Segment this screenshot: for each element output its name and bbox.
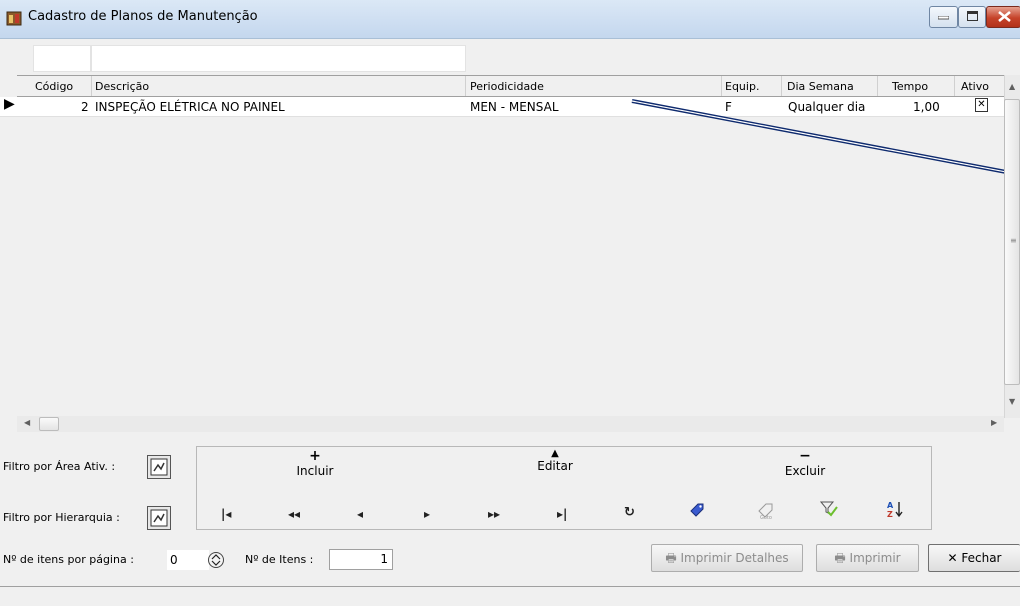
- col-header-codigo[interactable]: Código: [35, 80, 73, 93]
- fechar-button[interactable]: ✕ Fechar: [928, 544, 1020, 572]
- printer-icon: 🖶: [665, 551, 677, 565]
- scroll-left-icon[interactable]: ◀: [24, 418, 30, 427]
- cell-descricao: INSPEÇÃO ELÉTRICA NO PAINEL: [95, 100, 285, 114]
- maximize-button[interactable]: [958, 6, 986, 28]
- n-itens-value: 1: [380, 552, 388, 566]
- itens-por-pagina-label: Nº de itens por página :: [3, 553, 134, 566]
- goto-icon[interactable]: Goto: [756, 500, 776, 520]
- scroll-down-icon[interactable]: ▼: [1009, 397, 1015, 406]
- status-bar: [0, 586, 1020, 606]
- filter-icon[interactable]: [820, 500, 838, 518]
- minimize-icon: [938, 16, 949, 20]
- filter-area-button[interactable]: [147, 455, 171, 479]
- printer-icon: 🖶: [834, 551, 846, 565]
- col-header-descricao[interactable]: Descrição: [95, 80, 149, 93]
- filter-hierarquia-button[interactable]: [147, 506, 171, 530]
- grip-icon: ≡: [1010, 236, 1017, 245]
- maximize-icon: [967, 11, 978, 21]
- grid-header: Código Descrição Periodicidade Equip. Di…: [17, 76, 1007, 97]
- excluir-button[interactable]: − Excluir: [775, 448, 835, 478]
- col-header-tempo[interactable]: Tempo: [892, 80, 928, 93]
- minimize-button[interactable]: [929, 6, 958, 28]
- first-icon[interactable]: |◂: [221, 507, 231, 521]
- next-icon[interactable]: ▸: [424, 507, 430, 521]
- row-selector-icon: ▶: [4, 96, 15, 112]
- imprimir-label: Imprimir: [849, 551, 901, 565]
- sort-az-icon[interactable]: AZ: [887, 500, 903, 518]
- imprimir-button[interactable]: 🖶 Imprimir: [816, 544, 919, 572]
- filter-cell-descricao[interactable]: [91, 45, 466, 72]
- next-page-icon[interactable]: ▸▸: [488, 507, 500, 521]
- svg-text:A: A: [887, 501, 894, 510]
- cell-periodicidade: MEN - MENSAL: [470, 100, 559, 114]
- horizontal-scrollbar[interactable]: [17, 416, 1004, 432]
- editar-button[interactable]: ▲ Editar: [525, 448, 585, 473]
- itens-por-pagina-input[interactable]: 0: [167, 550, 224, 570]
- excluir-label: Excluir: [784, 464, 826, 478]
- refresh-icon[interactable]: ↻: [624, 505, 635, 520]
- col-header-ativo[interactable]: Ativo: [961, 80, 989, 93]
- grid-filter-row: [0, 44, 1020, 74]
- prev-page-icon[interactable]: ◂◂: [288, 507, 300, 521]
- fechar-label: Fechar: [961, 551, 1002, 565]
- prev-icon[interactable]: ◂: [357, 507, 363, 521]
- n-itens-label: Nº de Itens :: [245, 553, 314, 566]
- col-header-equip[interactable]: Equip.: [725, 80, 759, 93]
- minus-icon: −: [799, 448, 811, 464]
- incluir-label: Incluir: [296, 464, 334, 478]
- picker-icon: [150, 509, 168, 527]
- svg-text:Z: Z: [887, 510, 893, 518]
- incluir-button[interactable]: + Incluir: [285, 448, 345, 478]
- annotation-arrow: [631, 99, 1020, 177]
- scroll-up-icon[interactable]: ▲: [1009, 82, 1015, 91]
- col-header-dia-semana[interactable]: Dia Semana: [787, 80, 854, 93]
- window-title: Cadastro de Planos de Manutenção: [28, 9, 258, 24]
- close-icon: [998, 11, 1011, 22]
- itens-por-pagina-value: 0: [170, 553, 178, 567]
- imprimir-detalhes-label: Imprimir Detalhes: [680, 551, 789, 565]
- filter-cell-codigo[interactable]: [33, 45, 91, 72]
- scroll-right-icon[interactable]: ▶: [991, 418, 997, 427]
- cell-codigo: 2: [81, 100, 89, 114]
- plus-icon: +: [309, 448, 321, 464]
- horizontal-scroll-thumb[interactable]: [39, 417, 59, 431]
- caret-up-icon: ▲: [551, 448, 559, 459]
- spin-icon[interactable]: [207, 551, 225, 569]
- close-x-icon: ✕: [947, 551, 958, 565]
- tag-icon[interactable]: [689, 502, 705, 518]
- editar-label: Editar: [537, 459, 573, 473]
- picker-icon: [150, 458, 168, 476]
- close-window-button[interactable]: [986, 6, 1020, 28]
- n-itens-field: 1: [329, 549, 393, 570]
- title-bar: Cadastro de Planos de Manutenção: [0, 0, 1020, 39]
- col-header-periodicidade[interactable]: Periodicidade: [470, 80, 544, 93]
- svg-text:Goto: Goto: [760, 515, 772, 520]
- imprimir-detalhes-button[interactable]: 🖶 Imprimir Detalhes: [651, 544, 803, 572]
- app-icon: [6, 11, 22, 26]
- last-icon[interactable]: ▸|: [557, 507, 567, 521]
- filter-area-label: Filtro por Área Ativ. :: [3, 460, 116, 473]
- filter-hierarquia-label: Filtro por Hierarquia :: [3, 511, 120, 524]
